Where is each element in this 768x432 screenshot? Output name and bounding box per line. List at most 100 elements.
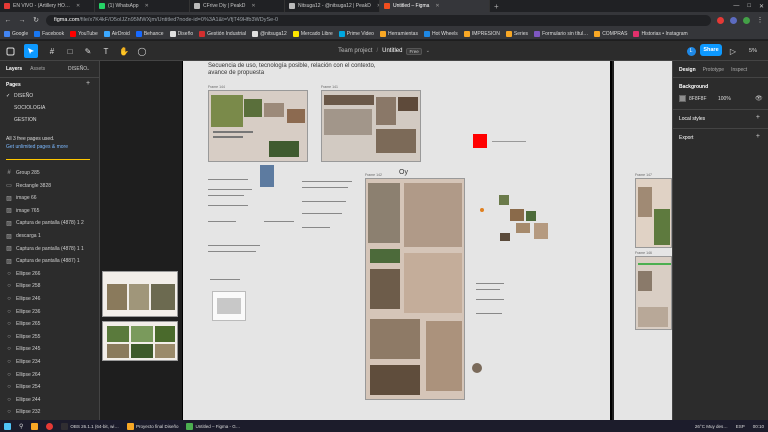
back-icon[interactable]: ←	[4, 17, 12, 24]
ellipse[interactable]	[472, 363, 482, 373]
image[interactable]	[534, 223, 548, 239]
layer-item[interactable]: ○ Ellipse 246	[0, 293, 100, 305]
extension-icon[interactable]	[717, 16, 724, 24]
close-icon[interactable]: ✕	[435, 3, 439, 9]
bookmark-item[interactable]: Diseño	[169, 30, 193, 37]
page-item[interactable]: ✓ DISEÑO	[0, 90, 100, 102]
close-icon[interactable]: ✕	[76, 3, 80, 9]
plan-badge[interactable]: Free	[406, 47, 422, 55]
canvas[interactable]: Secuencia de uso, tecnología posible, re…	[100, 61, 672, 420]
frame-label[interactable]: Frame 147	[635, 173, 652, 177]
close-window-icon[interactable]: ✕	[759, 3, 764, 10]
layer-item[interactable]: ▨ image 66	[0, 192, 100, 204]
team-name[interactable]: Team project	[338, 48, 372, 54]
add-export-icon[interactable]: +	[756, 133, 760, 140]
browser-tab[interactable]: Nitsuga12 - @nitsuga12 | PeakD✕	[285, 0, 380, 12]
page-item[interactable]: GESTION	[0, 114, 100, 126]
frame-thumbnail[interactable]	[208, 90, 308, 162]
text-tool-icon[interactable]: T	[100, 44, 112, 58]
page-item[interactable]: SOCIOLOGIA	[0, 102, 100, 114]
tab-prototype[interactable]: Prototype	[703, 67, 724, 73]
bookmark-item[interactable]: Facebook	[34, 30, 64, 37]
layer-item[interactable]: ○ Ellipse 254	[0, 381, 100, 393]
comment-tool-icon[interactable]: ◯	[136, 44, 148, 58]
bookmark-item[interactable]: Google	[4, 30, 28, 37]
browser-tab[interactable]: Untitled – Figma ✕	[380, 0, 490, 12]
layer-item[interactable]: ○ Ellipse 245	[0, 343, 100, 355]
layer-item[interactable]: # Group 285	[0, 167, 100, 179]
move-tool-icon[interactable]	[24, 44, 38, 58]
image[interactable]	[500, 233, 510, 241]
frame-thumbnail[interactable]	[102, 321, 178, 361]
browser-tab[interactable]: (1) WhatsApp ✕	[95, 0, 190, 12]
start-button[interactable]	[0, 420, 15, 432]
new-tab-button[interactable]: +	[494, 2, 499, 11]
layer-item[interactable]: ○ Ellipse 244	[0, 394, 100, 406]
bookmark-item[interactable]: AirDroid	[103, 30, 130, 37]
frame-thumbnail[interactable]	[321, 90, 421, 162]
color-swatch[interactable]	[679, 95, 686, 102]
frame-thumbnail[interactable]	[635, 256, 672, 330]
bookmark-item[interactable]: IMPRESION	[463, 30, 500, 37]
layer-item[interactable]: ▨ Captura de pantalla (4887) 1	[0, 255, 100, 267]
bookmark-item[interactable]: @nitsuga12	[252, 30, 287, 37]
background-hex[interactable]: 8F8F8F	[689, 96, 707, 102]
taskbar-app[interactable]: OBS 26.1.1 (64-bit, wi…	[57, 420, 123, 432]
bookmark-item[interactable]: Formulario sin títul…	[534, 30, 588, 37]
browser-icon[interactable]	[42, 420, 57, 432]
present-icon[interactable]: ▷	[728, 44, 738, 58]
figma-menu-icon[interactable]	[4, 44, 16, 58]
frame-label[interactable]: Frame 144	[208, 85, 225, 89]
image[interactable]	[499, 195, 509, 205]
layer-item[interactable]: ○ Ellipse 255	[0, 331, 100, 343]
eye-icon[interactable]: 👁	[755, 95, 763, 102]
extension-icon[interactable]	[730, 16, 737, 24]
bookmark-item[interactable]: Gestión Industrial	[199, 30, 246, 37]
maximize-icon[interactable]: □	[747, 3, 751, 9]
weather[interactable]: 26°C Muy des…	[691, 420, 732, 432]
frame-label[interactable]: Frame 146	[635, 251, 652, 255]
frame-thumbnail[interactable]	[365, 178, 465, 400]
tab-inspect[interactable]: Inspect	[731, 67, 747, 73]
url-field[interactable]: figma.com/file/x7K4kF/O5oIJZn95MWXjm/Unt…	[46, 14, 711, 26]
folder-icon[interactable]	[27, 420, 42, 432]
bookmark-item[interactable]: Prime Video	[338, 30, 374, 37]
bookmark-item[interactable]: Hot Wheels	[423, 30, 458, 37]
browser-menu-icon[interactable]: ⋮	[756, 16, 764, 24]
layer-item[interactable]: ▭ Rectangle 3828	[0, 180, 100, 192]
frame-thumbnail[interactable]	[102, 271, 178, 317]
upgrade-link[interactable]: Get unlimited pages & more	[6, 144, 90, 150]
layer-item[interactable]: ○ Ellipse 258	[0, 280, 100, 292]
layer-item[interactable]: ▨ Captura de pantalla (4878) 1 2	[0, 217, 100, 229]
layer-item[interactable]: ▨ image 765	[0, 205, 100, 217]
layer-item[interactable]: ○ Ellipse 265	[0, 318, 100, 330]
image[interactable]	[212, 291, 246, 321]
forward-icon[interactable]: →	[18, 17, 26, 24]
layer-item[interactable]: ○ Ellipse 266	[0, 268, 100, 280]
frame-thumbnail[interactable]	[635, 178, 672, 248]
avatar[interactable]: L	[686, 44, 696, 58]
profile-icon[interactable]	[743, 16, 750, 24]
bookmark-item[interactable]: Series	[505, 30, 528, 37]
frame-label[interactable]: Frame 141	[321, 85, 338, 89]
page-selector[interactable]: DISEÑO	[68, 66, 87, 72]
layer-item[interactable]: ▨ descarga 1	[0, 230, 100, 242]
bookmark-item[interactable]: Herramientas	[379, 30, 418, 37]
bookmark-item[interactable]: COMPRAS	[594, 30, 627, 37]
bookmark-item[interactable]: Behance	[135, 30, 164, 37]
tab-assets[interactable]: Assets	[30, 66, 45, 72]
bookmark-item[interactable]: Historias • Instagram	[633, 30, 688, 37]
taskbar-app[interactable]: Proyecto final Diseño	[123, 420, 183, 432]
image[interactable]	[516, 223, 530, 233]
background-opacity[interactable]: 100%	[718, 96, 731, 102]
browser-tab[interactable]: CFrive Diy | PeakD ✕	[190, 0, 285, 12]
layer-item[interactable]: ○ Ellipse 232	[0, 406, 100, 418]
tab-layers[interactable]: Layers	[6, 66, 22, 72]
taskbar-app[interactable]: Untitled – Figma - G…	[182, 420, 244, 432]
close-icon[interactable]: ✕	[145, 3, 149, 9]
ellipse[interactable]	[480, 208, 484, 212]
close-icon[interactable]: ✕	[251, 3, 255, 9]
browser-tab[interactable]: EN VIVO - (Artillery HO… ✕	[0, 0, 95, 12]
add-page-icon[interactable]: +	[86, 80, 90, 87]
red-rectangle[interactable]	[473, 134, 487, 148]
